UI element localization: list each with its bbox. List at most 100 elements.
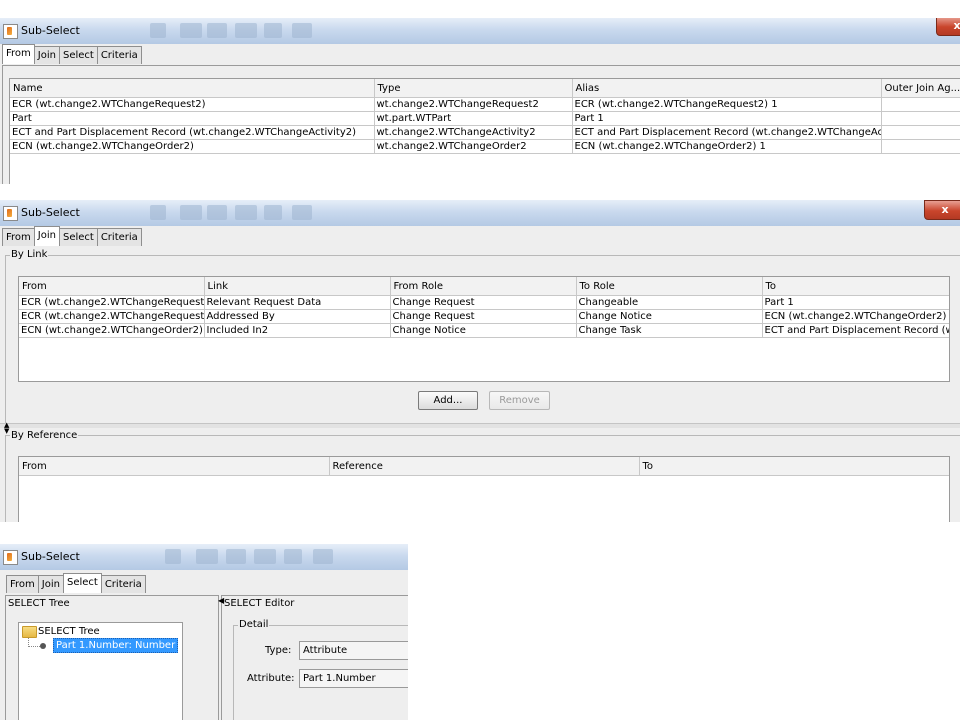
table-row[interactable]: ECN (wt.change2.WTChangeOrder2) 1 Includ… (19, 323, 949, 338)
column-header-outer-join[interactable]: Outer Join Ag... (881, 79, 960, 98)
column-header-alias[interactable]: Alias (572, 79, 882, 98)
ghost-toolbar-icon (292, 23, 312, 38)
cell-alias: ECT and Part Displacement Record (wt.cha… (572, 125, 882, 140)
java-app-icon (3, 206, 18, 221)
tab-select[interactable]: Select (58, 46, 98, 64)
cell-name: ECN (wt.change2.WTChangeOrder2) (10, 139, 375, 154)
split-pane-divider[interactable]: ▲ ▼ (0, 422, 960, 435)
remove-button[interactable]: Remove (489, 391, 550, 410)
table-row[interactable]: ECN (wt.change2.WTChangeOrder2) wt.chang… (10, 139, 960, 154)
column-header-to[interactable]: To (762, 277, 949, 296)
ghost-toolbar-icon (235, 205, 257, 220)
select-tree-header: SELECT Tree (8, 598, 70, 609)
table-header-row: From Link From Role To Role To (19, 277, 949, 296)
column-header-name[interactable]: Name (10, 79, 375, 98)
reference-table: From Reference To (19, 457, 949, 476)
ghost-toolbar-icon (196, 549, 218, 564)
ghost-toolbar-icon (284, 549, 302, 564)
tab-select[interactable]: Select (58, 228, 98, 246)
attribute-select[interactable]: Part 1.Number (299, 669, 408, 688)
cell-outer-join (881, 139, 960, 154)
title-bar[interactable]: Sub-Select (0, 544, 408, 570)
table-header-row: From Reference To (19, 457, 949, 476)
tab-from[interactable]: From (6, 575, 39, 593)
tab-select[interactable]: Select (62, 573, 102, 593)
window-title: Sub-Select (21, 550, 80, 563)
cell-from-role: Change Request (390, 295, 577, 310)
column-header-type[interactable]: Type (374, 79, 573, 98)
tree-item-part-number[interactable]: Part 1.Number: Number (53, 638, 179, 653)
cell-name: ECR (wt.change2.WTChangeRequest2) (10, 97, 375, 112)
title-bar[interactable]: Sub-Select x (0, 18, 960, 44)
ghost-toolbar-icon (254, 549, 276, 564)
cell-to-role: Changeable (576, 295, 763, 310)
java-app-icon (3, 24, 18, 39)
cell-link: Relevant Request Data (204, 295, 391, 310)
cell-from: ECR (wt.change2.WTChangeRequest2) 1 (19, 295, 205, 310)
column-header-from[interactable]: From (19, 277, 205, 296)
column-header-to-role[interactable]: To Role (576, 277, 763, 296)
cell-type: wt.change2.WTChangeRequest2 (374, 97, 573, 112)
table-row[interactable]: ECR (wt.change2.WTChangeRequest2) wt.cha… (10, 97, 960, 112)
tab-join[interactable]: Join (37, 575, 64, 593)
by-link-label: By Link (10, 249, 49, 260)
table-row[interactable]: ECR (wt.change2.WTChangeRequest2) 1 Addr… (19, 309, 949, 324)
type-label: Type: (265, 645, 292, 656)
ghost-toolbar-icon (180, 23, 202, 38)
tab-from[interactable]: From (2, 44, 35, 64)
ghost-toolbar-icon (150, 23, 166, 38)
tab-from[interactable]: From (2, 228, 35, 246)
ghost-toolbar-icon (264, 23, 282, 38)
cell-from: ECN (wt.change2.WTChangeOrder2) 1 (19, 323, 205, 338)
cell-alias: ECR (wt.change2.WTChangeRequest2) 1 (572, 97, 882, 112)
tab-join[interactable]: Join (33, 226, 60, 246)
cell-link: Included In2 (204, 323, 391, 338)
cell-outer-join (881, 111, 960, 126)
ghost-toolbar-icon (226, 549, 246, 564)
tab-criteria[interactable]: Criteria (96, 228, 142, 246)
column-header-reference[interactable]: Reference (329, 457, 640, 476)
cell-to: ECN (wt.change2.WTChangeOrder2) 1 (762, 309, 949, 324)
column-header-link[interactable]: Link (204, 277, 391, 296)
tab-criteria[interactable]: Criteria (100, 575, 146, 593)
subselect-window-from: Sub-Select x From Join Select Criteria Name… (0, 18, 960, 184)
cell-outer-join (881, 125, 960, 140)
from-table: Name Type Alias Outer Join Ag... ECR (wt… (10, 79, 960, 154)
cell-from-role: Change Notice (390, 323, 577, 338)
tree-connector (28, 638, 40, 647)
type-select[interactable]: Attribute (299, 641, 408, 660)
add-button[interactable]: Add... (418, 391, 478, 410)
collapse-arrow-icon[interactable]: ▲ ▼ (4, 422, 9, 435)
select-tree-pane: SELECT Tree SELECT Tree Part 1.Number: N… (5, 595, 219, 720)
folder-icon (22, 626, 37, 638)
ghost-toolbar-icon (180, 205, 202, 220)
tab-join[interactable]: Join (33, 46, 60, 64)
column-header-from-role[interactable]: From Role (390, 277, 577, 296)
window-title: Sub-Select (21, 24, 80, 37)
cell-to: Part 1 (762, 295, 949, 310)
column-header-from[interactable]: From (19, 457, 330, 476)
ghost-toolbar-icon (150, 205, 166, 220)
table-row[interactable]: ECR (wt.change2.WTChangeRequest2) 1 Rele… (19, 295, 949, 310)
cell-alias: Part 1 (572, 111, 882, 126)
tree-root-label[interactable]: SELECT Tree (38, 626, 100, 637)
tab-strip: From Join Select Criteria (2, 226, 142, 246)
cell-alias: ECN (wt.change2.WTChangeOrder2) 1 (572, 139, 882, 154)
close-button[interactable]: x (936, 18, 960, 36)
tab-criteria[interactable]: Criteria (96, 46, 142, 64)
java-app-icon (3, 550, 18, 565)
table-header-row: Name Type Alias Outer Join Ag... (10, 79, 960, 98)
from-table-viewport: Name Type Alias Outer Join Ag... ECR (wt… (9, 78, 960, 184)
subselect-window-select: Sub-Select From Join Select Criteria SELECT… (0, 544, 408, 720)
cell-type: wt.change2.WTChangeOrder2 (374, 139, 573, 154)
table-row[interactable]: Part wt.part.WTPart Part 1 (10, 111, 960, 126)
title-bar[interactable]: Sub-Select x (0, 200, 960, 226)
cell-to: ECT and Part Displacement Record (wt.c..… (762, 323, 949, 338)
close-button[interactable]: x (924, 200, 960, 220)
cell-name: ECT and Part Displacement Record (wt.cha… (10, 125, 375, 140)
column-header-to[interactable]: To (639, 457, 949, 476)
cell-type: wt.part.WTPart (374, 111, 573, 126)
table-row[interactable]: ECT and Part Displacement Record (wt.cha… (10, 125, 960, 140)
attribute-label: Attribute: (247, 673, 295, 684)
select-editor-header: SELECT Editor (224, 598, 295, 609)
